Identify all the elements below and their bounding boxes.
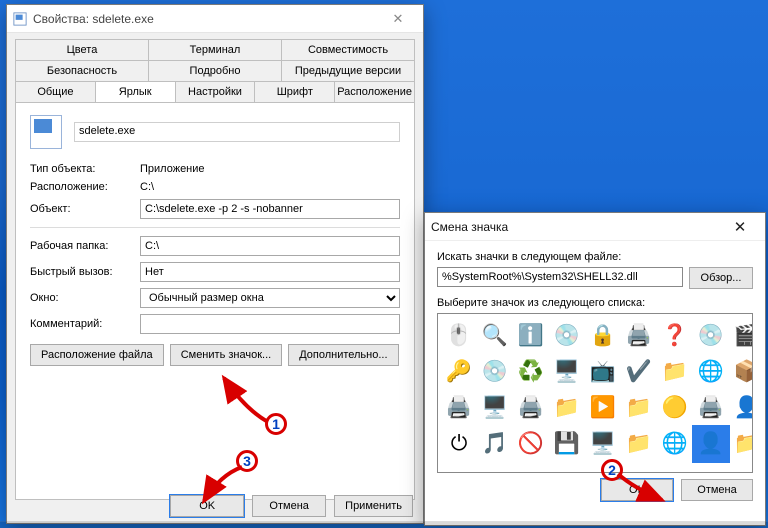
icon-option[interactable]: 🖨️ bbox=[442, 391, 476, 425]
change-icon-window: Смена значка ✕ Искать значки в следующем… bbox=[424, 212, 766, 526]
tab-colors[interactable]: Цвета bbox=[15, 39, 149, 60]
icon-option[interactable]: ❓ bbox=[658, 319, 692, 353]
tab-details[interactable]: Подробно bbox=[149, 60, 282, 81]
location-label: Расположение: bbox=[30, 181, 140, 193]
tab-security[interactable]: Безопасность bbox=[15, 60, 149, 81]
window-label: Окно: bbox=[30, 292, 140, 304]
icon-option[interactable]: 🚫 bbox=[514, 427, 548, 461]
close-icon[interactable]: ✕ bbox=[719, 217, 761, 237]
icon-option[interactable]: 🖨️ bbox=[694, 391, 728, 425]
icon-option[interactable]: 💾 bbox=[550, 427, 584, 461]
tab-compat[interactable]: Совместимость bbox=[282, 39, 415, 60]
icon-list[interactable]: 🖱️🔑🖨️⏻🔍💿🖥️🎵ℹ️♻️🖨️🚫💿🖥️📁💾🔒📺▶️🖥️🖨️✔️📁📁❓📁🟡🌐💿… bbox=[437, 313, 753, 473]
file-name-box[interactable]: sdelete.exe bbox=[74, 122, 400, 142]
icon-option[interactable]: 💿 bbox=[550, 319, 584, 353]
icon-option[interactable]: 💿 bbox=[478, 355, 512, 389]
icon-option[interactable]: 🔍 bbox=[478, 319, 512, 353]
icon-option[interactable]: 🖨️ bbox=[514, 391, 548, 425]
icon-option[interactable]: 🖱️ bbox=[442, 319, 476, 353]
window-icon bbox=[13, 12, 27, 26]
advanced-button[interactable]: Дополнительно... bbox=[288, 344, 398, 366]
icon-option[interactable]: 🖨️ bbox=[622, 319, 656, 353]
change-icon-cancel-button[interactable]: Отмена bbox=[681, 479, 753, 501]
tab-layout[interactable]: Расположение bbox=[335, 81, 415, 102]
tab-general[interactable]: Общие bbox=[15, 81, 96, 102]
icon-option[interactable]: ✔️ bbox=[622, 355, 656, 389]
hotkey-label: Быстрый вызов: bbox=[30, 266, 140, 278]
hotkey-input[interactable] bbox=[140, 262, 400, 282]
icon-option[interactable]: ℹ️ bbox=[514, 319, 548, 353]
icon-option[interactable]: 🎬 bbox=[730, 319, 753, 353]
tab-font[interactable]: Шрифт bbox=[255, 81, 335, 102]
icon-option[interactable]: 🌐 bbox=[694, 355, 728, 389]
icon-option[interactable]: 👤 bbox=[694, 427, 728, 461]
icon-option[interactable]: ⏻ bbox=[442, 427, 476, 461]
icon-option[interactable]: 📁 bbox=[622, 391, 656, 425]
properties-titlebar[interactable]: Свойства: sdelete.exe ✕ bbox=[7, 5, 423, 33]
icon-option[interactable]: 🔒 bbox=[586, 319, 620, 353]
apply-button[interactable]: Применить bbox=[334, 495, 413, 517]
browse-button[interactable]: Обзор... bbox=[689, 267, 753, 289]
target-label: Объект: bbox=[30, 203, 140, 215]
icon-option[interactable]: ♻️ bbox=[514, 355, 548, 389]
comment-input[interactable] bbox=[140, 314, 400, 334]
annotation-number-1: 1 bbox=[265, 413, 287, 435]
comment-label: Комментарий: bbox=[30, 318, 140, 330]
icon-option[interactable]: 🎵 bbox=[478, 427, 512, 461]
type-label: Тип объекта: bbox=[30, 163, 140, 175]
icon-option[interactable]: 🖥️ bbox=[478, 391, 512, 425]
location-value: C:\ bbox=[140, 181, 154, 193]
annotation-number-3: 3 bbox=[236, 450, 258, 472]
separator bbox=[30, 227, 400, 228]
list-label: Выберите значок из следующего списка: bbox=[437, 297, 753, 309]
tab-terminal[interactable]: Терминал bbox=[149, 39, 282, 60]
icon-option[interactable]: 🖥️ bbox=[586, 427, 620, 461]
annotation-arrow-3 bbox=[200, 465, 246, 511]
annotation-number-2: 2 bbox=[601, 459, 623, 481]
change-icon-title: Смена значка bbox=[431, 220, 719, 234]
target-input[interactable] bbox=[140, 199, 400, 219]
icon-option[interactable]: 📁 bbox=[658, 355, 692, 389]
icon-option[interactable]: 🌐 bbox=[658, 427, 692, 461]
icon-option[interactable]: 📁 bbox=[622, 427, 656, 461]
icon-option[interactable]: 👤 bbox=[730, 391, 753, 425]
icon-option[interactable]: 🖥️ bbox=[550, 355, 584, 389]
close-icon[interactable]: ✕ bbox=[377, 9, 419, 29]
open-location-button[interactable]: Расположение файла bbox=[30, 344, 164, 366]
icon-option[interactable]: 📁 bbox=[730, 427, 753, 461]
icon-option[interactable]: 💿 bbox=[694, 319, 728, 353]
icon-option[interactable]: 📁 bbox=[550, 391, 584, 425]
tab-previous[interactable]: Предыдущие версии bbox=[282, 60, 415, 81]
startin-input[interactable] bbox=[140, 236, 400, 256]
properties-title: Свойства: sdelete.exe bbox=[33, 12, 377, 26]
properties-window: Свойства: sdelete.exe ✕ Цвета Терминал С… bbox=[6, 4, 424, 524]
taskbar bbox=[0, 521, 768, 528]
file-icon bbox=[30, 115, 62, 149]
icon-path-input[interactable] bbox=[437, 267, 683, 287]
icon-option[interactable]: 🟡 bbox=[658, 391, 692, 425]
icon-option[interactable]: 📺 bbox=[586, 355, 620, 389]
type-value: Приложение bbox=[140, 163, 205, 175]
icon-option[interactable]: ▶️ bbox=[586, 391, 620, 425]
tab-strip: Цвета Терминал Совместимость Безопасност… bbox=[15, 39, 415, 500]
window-select[interactable]: Обычный размер окна bbox=[140, 288, 400, 308]
annotation-arrow-2 bbox=[614, 470, 670, 510]
cancel-button[interactable]: Отмена bbox=[252, 495, 326, 517]
tab-page-shortcut: sdelete.exe Тип объекта: Приложение Расп… bbox=[15, 102, 415, 500]
startin-label: Рабочая папка: bbox=[30, 240, 140, 252]
change-icon-titlebar[interactable]: Смена значка ✕ bbox=[425, 213, 765, 241]
change-icon-button[interactable]: Сменить значок... bbox=[170, 344, 283, 366]
icon-option[interactable]: 🔑 bbox=[442, 355, 476, 389]
path-label: Искать значки в следующем файле: bbox=[437, 251, 753, 263]
icon-option[interactable]: 📦 bbox=[730, 355, 753, 389]
tab-shortcut[interactable]: Ярлык bbox=[96, 81, 176, 102]
tab-settings[interactable]: Настройки bbox=[176, 81, 256, 102]
